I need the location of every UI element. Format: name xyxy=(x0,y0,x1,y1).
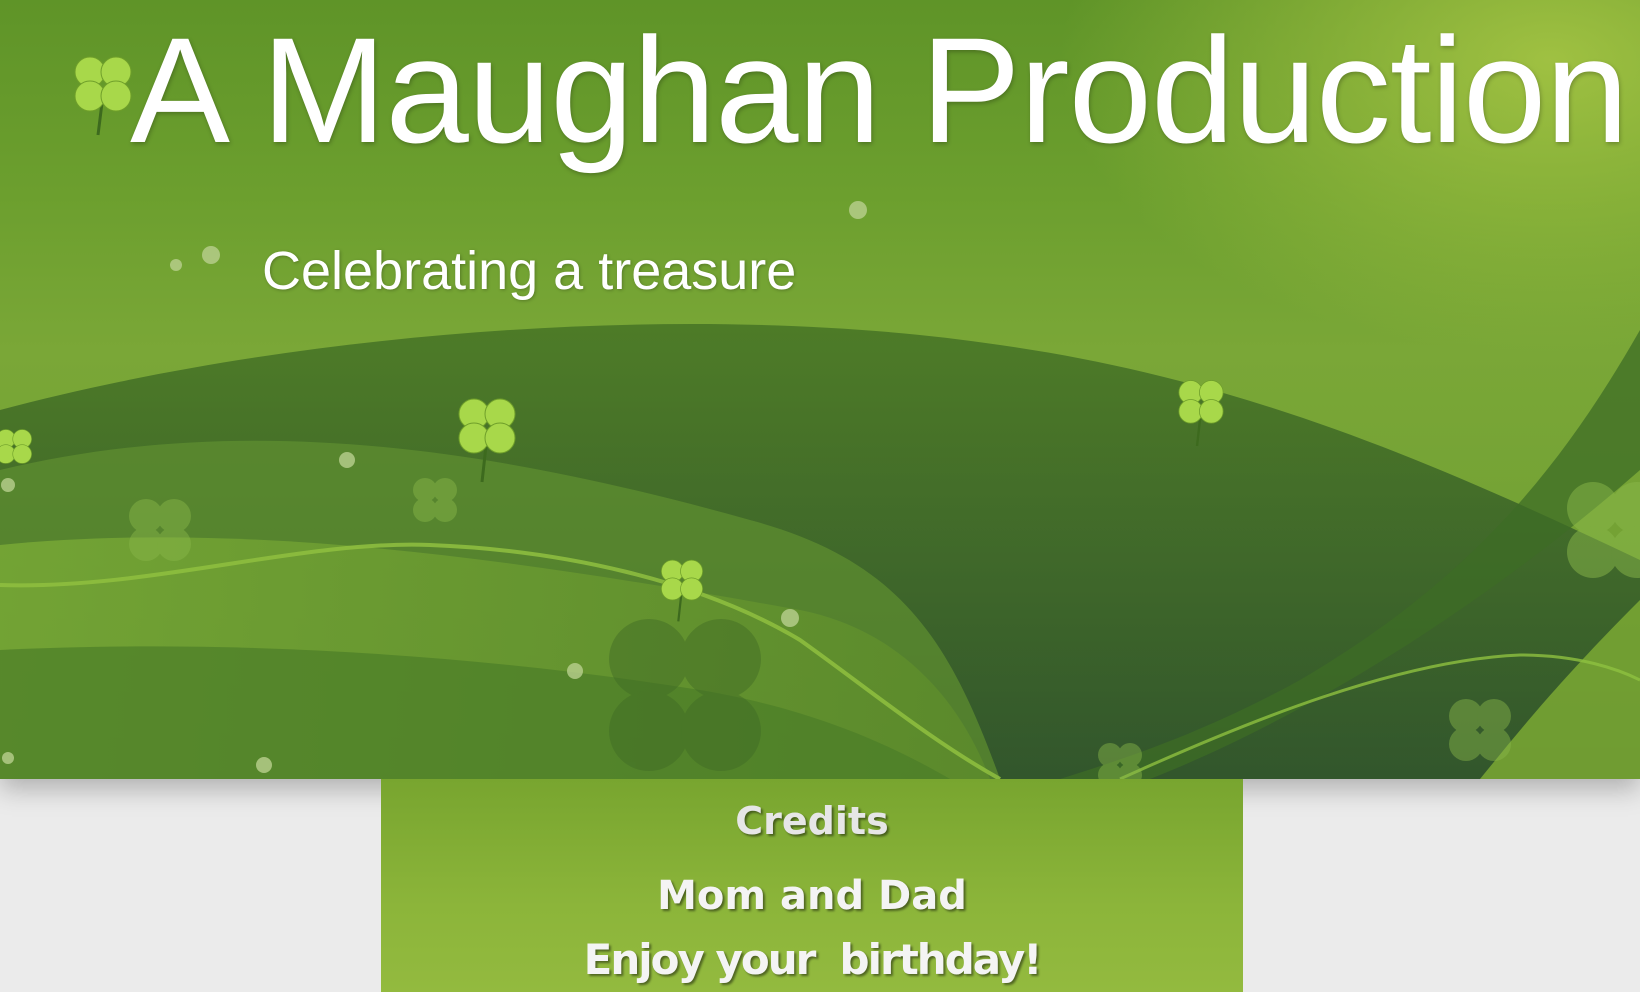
shamrock-icon xyxy=(661,559,703,622)
shamrock-icon xyxy=(74,56,132,136)
shamrock-icon xyxy=(1178,380,1224,447)
shamrock-icon xyxy=(458,398,516,483)
credits-panel: Credits Mom and Dad Enjoy your birthday! xyxy=(381,779,1243,992)
slide-title: A Maughan Production xyxy=(130,6,1629,174)
slide-subtitle: Celebrating a treasure xyxy=(262,241,797,301)
credits-message: Enjoy your birthday! xyxy=(583,935,1043,984)
title-slide: A Maughan Production Celebrating a treas… xyxy=(0,0,1640,779)
credits-heading: Credits xyxy=(735,799,889,843)
shamrock-icon xyxy=(0,429,32,464)
credits-names: Mom and Dad xyxy=(657,873,967,919)
